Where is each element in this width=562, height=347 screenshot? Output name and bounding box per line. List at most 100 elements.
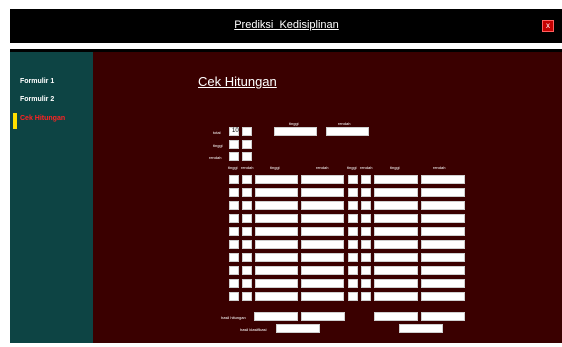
grid-cell-r1-c8[interactable] — [421, 175, 465, 184]
grid-cell-r9-c3[interactable] — [255, 279, 298, 288]
grid-cell-r5-c8[interactable] — [421, 227, 465, 236]
grid-cell-r3-c6[interactable] — [361, 201, 371, 210]
grid-cell-r2-c7[interactable] — [374, 188, 418, 197]
grid-cell-r2-c5[interactable] — [348, 188, 358, 197]
grid-cell-r3-c3[interactable] — [255, 201, 298, 210]
grid-cell-r8-c2[interactable] — [242, 266, 252, 275]
grid-cell-r9-c2[interactable] — [242, 279, 252, 288]
tinggi-field-2[interactable] — [242, 140, 252, 149]
total-field-2[interactable] — [242, 127, 252, 136]
grid-cell-r4-c8[interactable] — [421, 214, 465, 223]
rendah-field-1[interactable] — [229, 152, 239, 161]
grid-cell-r1-c7[interactable] — [374, 175, 418, 184]
top-rendah-field[interactable] — [326, 127, 369, 136]
grid-cell-r8-c3[interactable] — [255, 266, 298, 275]
grid-cell-r4-c3[interactable] — [255, 214, 298, 223]
grid-cell-r5-c5[interactable] — [348, 227, 358, 236]
grid-cell-r3-c8[interactable] — [421, 201, 465, 210]
grid-cell-r6-c1[interactable] — [229, 240, 239, 249]
grid-cell-r2-c2[interactable] — [242, 188, 252, 197]
grid-cell-r4-c7[interactable] — [374, 214, 418, 223]
hasil-klasifikasi-field-1[interactable] — [276, 324, 320, 333]
col-header-rendah-a: rendah — [241, 165, 254, 170]
grid-cell-r7-c1[interactable] — [229, 253, 239, 262]
grid-cell-r8-c1[interactable] — [229, 266, 239, 275]
grid-cell-r9-c1[interactable] — [229, 279, 239, 288]
grid-cell-r3-c5[interactable] — [348, 201, 358, 210]
sidebar-item-formulir-2[interactable]: Formulir 2 — [20, 96, 54, 103]
rendah-field-2[interactable] — [242, 152, 252, 161]
hasil-klasifikasi-field-2[interactable] — [399, 324, 443, 333]
grid-cell-r7-c4[interactable] — [301, 253, 344, 262]
grid-cell-r10-c3[interactable] — [255, 292, 298, 301]
hasil-hitungan-field-4[interactable] — [421, 312, 465, 321]
grid-cell-r4-c2[interactable] — [242, 214, 252, 223]
grid-cell-r10-c7[interactable] — [374, 292, 418, 301]
grid-cell-r9-c6[interactable] — [361, 279, 371, 288]
grid-cell-r10-c5[interactable] — [348, 292, 358, 301]
grid-cell-r2-c8[interactable] — [421, 188, 465, 197]
grid-cell-r4-c4[interactable] — [301, 214, 344, 223]
grid-cell-r10-c4[interactable] — [301, 292, 344, 301]
grid-cell-r1-c5[interactable] — [348, 175, 358, 184]
grid-cell-r2-c1[interactable] — [229, 188, 239, 197]
grid-cell-r7-c5[interactable] — [348, 253, 358, 262]
grid-cell-r3-c7[interactable] — [374, 201, 418, 210]
grid-cell-r9-c8[interactable] — [421, 279, 465, 288]
grid-cell-r8-c6[interactable] — [361, 266, 371, 275]
grid-cell-r6-c7[interactable] — [374, 240, 418, 249]
hasil-hitungan-field-2[interactable] — [301, 312, 345, 321]
total-value: 10 — [232, 128, 239, 134]
grid-cell-r5-c3[interactable] — [255, 227, 298, 236]
grid-cell-r9-c7[interactable] — [374, 279, 418, 288]
grid-cell-r6-c5[interactable] — [348, 240, 358, 249]
tinggi-field-1[interactable] — [229, 140, 239, 149]
grid-cell-r2-c3[interactable] — [255, 188, 298, 197]
top-tinggi-field[interactable] — [274, 127, 317, 136]
grid-cell-r8-c8[interactable] — [421, 266, 465, 275]
grid-cell-r4-c1[interactable] — [229, 214, 239, 223]
grid-cell-r7-c8[interactable] — [421, 253, 465, 262]
grid-cell-r1-c4[interactable] — [301, 175, 344, 184]
grid-cell-r2-c4[interactable] — [301, 188, 344, 197]
grid-cell-r6-c6[interactable] — [361, 240, 371, 249]
grid-cell-r3-c1[interactable] — [229, 201, 239, 210]
grid-cell-r1-c3[interactable] — [255, 175, 298, 184]
grid-cell-r5-c1[interactable] — [229, 227, 239, 236]
hasil-hitungan-field-1[interactable] — [254, 312, 298, 321]
grid-cell-r10-c6[interactable] — [361, 292, 371, 301]
grid-cell-r6-c4[interactable] — [301, 240, 344, 249]
grid-cell-r1-c1[interactable] — [229, 175, 239, 184]
grid-cell-r5-c2[interactable] — [242, 227, 252, 236]
grid-cell-r2-c6[interactable] — [361, 188, 371, 197]
grid-cell-r6-c2[interactable] — [242, 240, 252, 249]
grid-cell-r7-c6[interactable] — [361, 253, 371, 262]
grid-cell-r1-c6[interactable] — [361, 175, 371, 184]
grid-cell-r3-c2[interactable] — [242, 201, 252, 210]
sidebar-item-formulir-1[interactable]: Formulir 1 — [20, 78, 54, 85]
grid-cell-r6-c3[interactable] — [255, 240, 298, 249]
hasil-hitungan-field-3[interactable] — [374, 312, 418, 321]
grid-cell-r9-c4[interactable] — [301, 279, 344, 288]
grid-cell-r10-c2[interactable] — [242, 292, 252, 301]
grid-cell-r10-c1[interactable] — [229, 292, 239, 301]
total-field[interactable]: 10 — [229, 127, 239, 136]
grid-cell-r4-c6[interactable] — [361, 214, 371, 223]
close-button[interactable]: x — [542, 20, 554, 32]
grid-cell-r5-c7[interactable] — [374, 227, 418, 236]
grid-cell-r7-c2[interactable] — [242, 253, 252, 262]
grid-cell-r4-c5[interactable] — [348, 214, 358, 223]
grid-cell-r1-c2[interactable] — [242, 175, 252, 184]
grid-cell-r5-c4[interactable] — [301, 227, 344, 236]
grid-cell-r9-c5[interactable] — [348, 279, 358, 288]
grid-cell-r8-c4[interactable] — [301, 266, 344, 275]
sidebar-item-cek-hitungan[interactable]: Cek Hitungan — [20, 115, 65, 122]
grid-cell-r8-c7[interactable] — [374, 266, 418, 275]
grid-cell-r7-c7[interactable] — [374, 253, 418, 262]
grid-cell-r6-c8[interactable] — [421, 240, 465, 249]
grid-cell-r5-c6[interactable] — [361, 227, 371, 236]
grid-cell-r3-c4[interactable] — [301, 201, 344, 210]
grid-cell-r8-c5[interactable] — [348, 266, 358, 275]
grid-cell-r7-c3[interactable] — [255, 253, 298, 262]
grid-cell-r10-c8[interactable] — [421, 292, 465, 301]
